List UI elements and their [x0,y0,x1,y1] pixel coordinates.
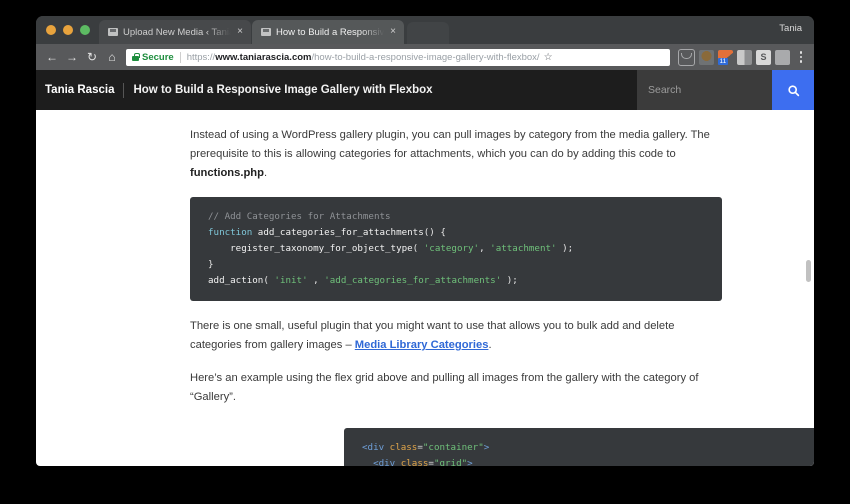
code-token: 'category' [423,243,480,254]
browser-window: Upload New Media ‹ Tania Ras × How to Bu… [36,16,814,466]
profile-name-label[interactable]: Tania [779,23,802,34]
gray-panel-extension-icon[interactable] [737,49,752,65]
media-library-categories-link[interactable]: Media Library Categories [355,339,489,351]
code-token: 'attachment' [490,243,557,254]
code-token: // Add Categories for Attachments [208,211,391,222]
url-text: https://www.taniarascia.com/how-to-build… [187,52,540,63]
code-token: "grid" [433,458,468,466]
traffic-lights [44,16,99,44]
code-line: add_action( 'init' , 'add_categories_for… [190,273,722,289]
home-icon[interactable]: ⌂ [102,47,122,67]
code-token: function [208,227,258,238]
paragraph-text-tail: . [263,167,268,179]
code-token: ( [263,275,275,286]
code-token: "container" [422,442,484,453]
code-block-php: // Add Categories for Attachments functio… [190,197,722,301]
paragraph-plugin: There is one small, useful plugin that y… [190,317,718,355]
browser-tab-upload-new-media[interactable]: Upload New Media ‹ Tania Ras × [99,20,251,44]
code-block-html: <div class="container"> <div class="grid… [344,428,814,466]
site-header: Tania Rascia How to Build a Responsive I… [36,70,814,110]
search-icon [787,84,799,96]
article-body: Instead of using a WordPress gallery plu… [36,110,814,466]
url-host: www.taniarascia.com [215,51,312,63]
code-line: <div class="container"> [344,440,814,456]
code-token: ); [556,243,574,254]
badge-extension-icon[interactable]: 11 [718,49,733,65]
page-viewport: Tania Rascia How to Build a Responsive I… [36,70,814,466]
close-icon[interactable]: × [389,27,397,37]
back-icon[interactable]: ← [42,47,62,67]
zoom-window-button[interactable] [80,25,90,35]
monkey-extension-icon[interactable] [699,49,714,65]
minimize-window-button[interactable] [63,25,73,35]
site-brand-link[interactable]: Tania Rascia [45,84,114,96]
close-icon[interactable]: × [236,27,244,37]
inline-code-functions-php: functions.php [190,167,264,179]
s-extension-icon[interactable]: S [756,49,771,65]
paragraph-example: Here’s an example using the flex grid ab… [190,372,699,403]
url-scheme: https:// [186,51,216,63]
page-scrollbar[interactable] [805,70,812,466]
code-token: 'init' [274,275,308,286]
reload-icon[interactable]: ↻ [82,47,102,67]
tab-title: Upload New Media ‹ Tania Ras [123,26,231,38]
code-token: , [479,243,491,254]
page-scrollbar-thumb[interactable] [806,260,811,282]
paragraph-intro: Instead of using a WordPress gallery plu… [190,126,718,183]
paragraph-text: Instead of using a WordPress gallery plu… [190,129,710,160]
code-line: // Add Categories for Attachments [190,209,722,225]
code-token: class [389,442,418,453]
dotted-extension-icon[interactable] [775,49,790,65]
close-window-button[interactable] [46,25,56,35]
lock-icon [132,53,140,61]
browser-tab-how-to-build-responsive-gallery[interactable]: How to Build a Responsive Ima × [252,20,404,44]
tab-title: How to Build a Responsive Ima [276,26,385,38]
code-line: function add_categories_for_attachments(… [190,225,722,241]
code-token: <div [362,458,401,466]
extension-badge-count: 11 [718,57,728,65]
code-token: } [208,259,214,270]
code-token: 'add_categories_for_attachments' [324,275,502,286]
browser-toolbar: ← → ↻ ⌂ Secure https://www.taniarascia.c… [36,44,814,70]
site-search [637,70,814,110]
code-line: register_taxonomy_for_object_type( 'cate… [190,241,722,257]
code-line: <div class="grid"> [344,456,814,466]
address-bar[interactable]: Secure https://www.taniarascia.com/how-t… [126,48,670,66]
paragraph-text-tail: . [488,339,492,351]
code-token: class [400,458,429,466]
tab-strip: Upload New Media ‹ Tania Ras × How to Bu… [36,16,814,44]
code-token: add_action [208,275,264,286]
new-tab-button[interactable] [407,22,449,44]
code-token: > [467,458,473,466]
brand-divider [123,82,125,98]
code-token: register_taxonomy_for_object_type [208,243,413,254]
code-token: , [307,275,325,286]
forward-icon[interactable]: → [62,47,82,67]
code-token: add_categories_for_attachments [257,227,424,238]
secure-label: Secure [142,51,174,63]
page-favicon [108,27,118,37]
address-bar-divider [179,51,181,63]
bookmark-star-icon[interactable]: ☆ [544,52,553,63]
code-token: <div [362,442,390,453]
page-title: How to Build a Responsive Image Gallery … [133,84,433,96]
page-favicon [261,27,271,37]
code-token: () { [423,227,446,238]
pocket-extension-icon[interactable] [678,48,695,66]
code-token: ( [412,243,424,254]
code-token: > [483,442,490,453]
browser-menu-icon[interactable] [794,51,808,63]
code-token: ); [501,275,518,286]
search-input[interactable] [637,70,772,110]
code-line: } [190,257,722,273]
url-path: /how-to-build-a-responsive-image-gallery… [311,51,540,63]
site-branding: Tania Rascia How to Build a Responsive I… [36,70,637,110]
